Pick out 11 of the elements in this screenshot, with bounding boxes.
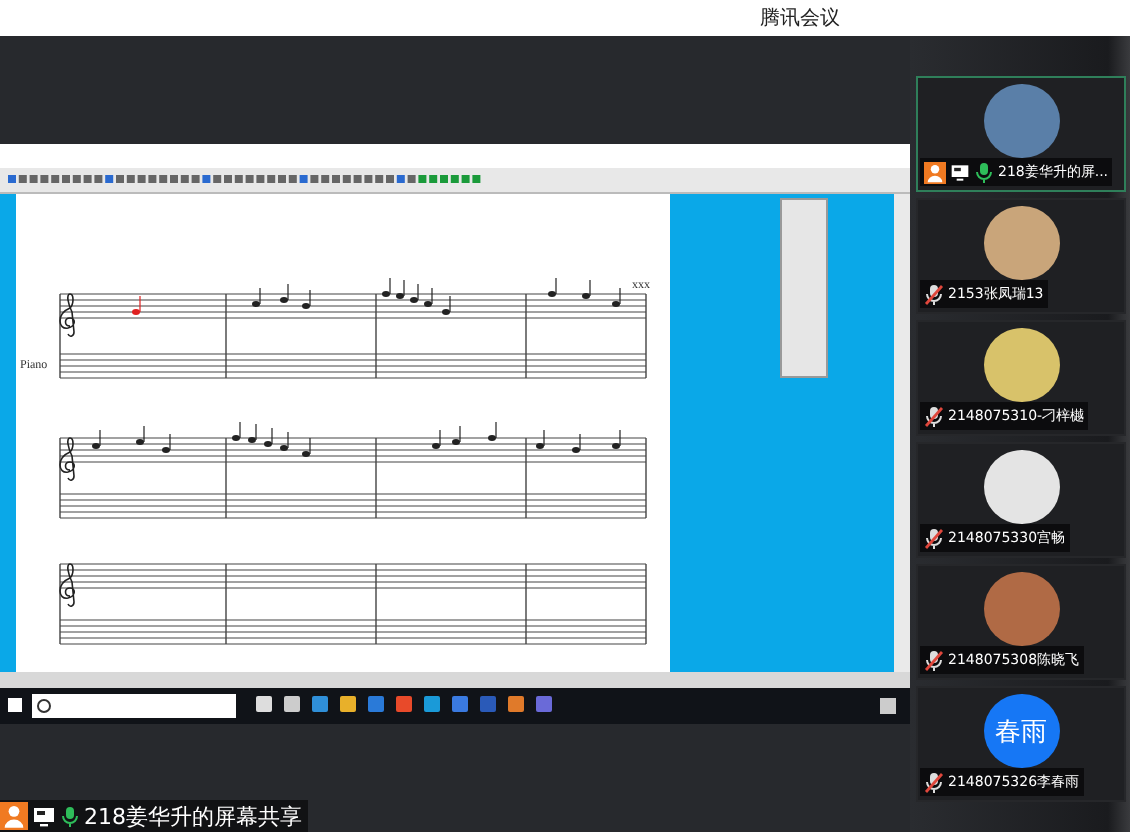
avatar: 春雨 <box>983 694 1059 769</box>
muted-mic-icon[interactable] <box>924 649 944 672</box>
muted-mic-icon[interactable] <box>924 771 944 794</box>
muted-mic-icon[interactable] <box>924 527 944 550</box>
muted-mic-icon[interactable] <box>924 283 944 306</box>
mic-icon[interactable] <box>974 161 994 184</box>
window-title: 腾讯会议 <box>760 5 840 32</box>
sharer-name: 218姜华升的屏幕共享 <box>84 801 302 831</box>
muted-mic-icon[interactable] <box>924 405 944 428</box>
scrollbar[interactable] <box>894 194 910 672</box>
mic-icon[interactable] <box>60 805 80 827</box>
